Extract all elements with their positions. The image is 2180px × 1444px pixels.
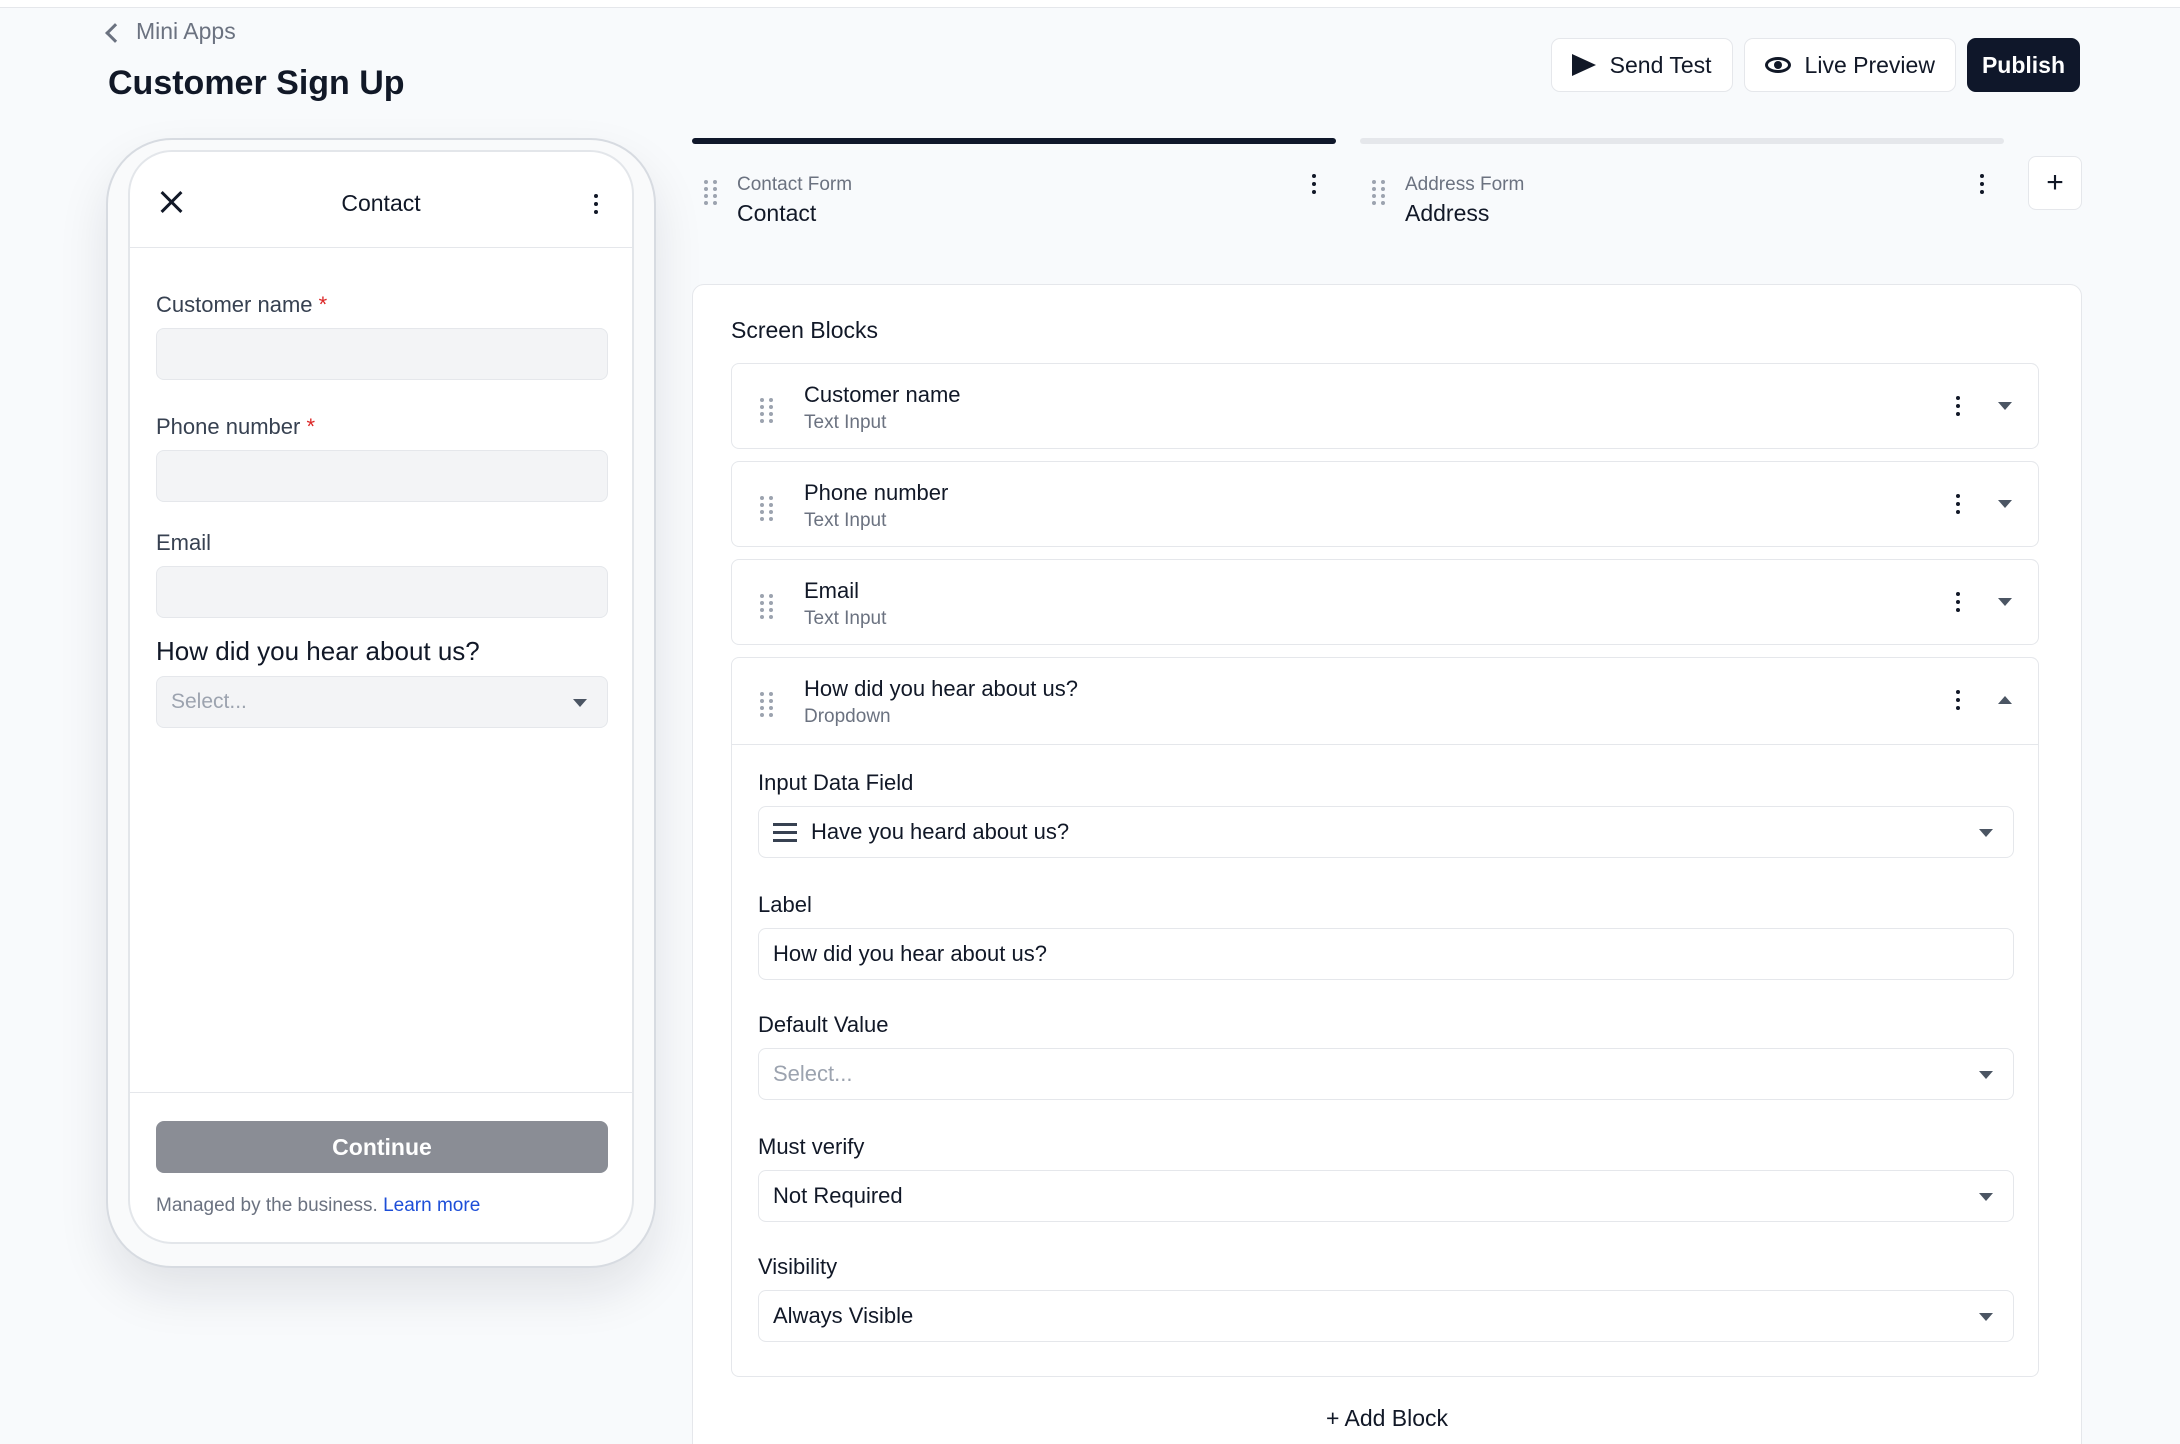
more-icon[interactable] <box>1980 174 1984 194</box>
breadcrumb[interactable]: Mini Apps <box>105 18 236 45</box>
chevron-down-icon[interactable] <box>1998 598 2012 606</box>
chevron-down-icon[interactable] <box>1998 402 2012 410</box>
eye-icon <box>1764 57 1791 73</box>
live-preview-button[interactable]: Live Preview <box>1743 38 1956 92</box>
screen-subtitle: Contact Form <box>737 174 853 195</box>
chevron-down-icon <box>1979 1193 1993 1201</box>
input-data-field-value: Have you heard about us? <box>811 819 1070 844</box>
add-screen-button[interactable]: + <box>2028 156 2082 210</box>
send-icon <box>1571 54 1596 76</box>
active-indicator <box>692 138 1336 144</box>
publish-button[interactable]: Publish <box>1966 38 2080 92</box>
more-icon[interactable] <box>1956 494 1960 514</box>
block-name: Email <box>804 578 860 603</box>
send-test-label: Send Test <box>1609 51 1712 78</box>
default-value-label: Default Value <box>758 1012 889 1037</box>
send-test-button[interactable]: Send Test <box>1550 38 1733 92</box>
page-title: Customer Sign Up <box>108 64 405 102</box>
drag-handle-icon[interactable] <box>1372 180 1385 205</box>
chevron-down-icon <box>1979 1071 1993 1079</box>
must-verify-value: Not Required <box>773 1183 903 1208</box>
screen-subtitle: Address Form <box>1405 174 1525 195</box>
chevron-down-icon <box>1979 829 1993 837</box>
screen-blocks-panel: Screen Blocks Customer name Text Input P… <box>692 284 2082 1444</box>
block-hear-about-us[interactable]: How did you hear about us? Dropdown Inpu… <box>731 657 2039 1377</box>
block-type: Dropdown <box>804 706 891 727</box>
drag-handle-icon[interactable] <box>760 594 773 619</box>
managed-note: Managed by the business. Learn more <box>156 1195 481 1216</box>
more-icon[interactable] <box>1956 690 1960 710</box>
inactive-indicator <box>1360 138 2004 144</box>
must-verify-label: Must verify <box>758 1134 865 1159</box>
add-block-button[interactable]: + Add Block <box>693 1405 2081 1432</box>
select-placeholder: Select... <box>171 690 247 713</box>
visibility-value: Always Visible <box>773 1303 914 1328</box>
required-marker: * <box>318 292 328 317</box>
block-name: How did you hear about us? <box>804 676 1078 701</box>
customer-name-input[interactable] <box>156 328 608 380</box>
chevron-down-icon <box>573 699 587 707</box>
learn-more-link[interactable]: Learn more <box>383 1195 480 1216</box>
continue-button[interactable]: Continue <box>156 1121 608 1173</box>
block-email[interactable]: Email Text Input <box>731 559 2039 645</box>
breadcrumb-label[interactable]: Mini Apps <box>136 18 236 45</box>
screen-tab-contact[interactable]: Contact Form Contact <box>692 138 1336 228</box>
email-label: Email <box>156 530 212 555</box>
more-icon[interactable] <box>1956 592 1960 612</box>
hear-about-us-select[interactable]: Select... <box>156 676 608 728</box>
live-preview-label: Live Preview <box>1804 51 1935 78</box>
list-icon <box>773 822 797 842</box>
more-icon[interactable] <box>1312 174 1316 194</box>
block-type: Text Input <box>804 412 887 433</box>
phone-number-label: Phone number * <box>156 414 316 439</box>
visibility-select[interactable]: Always Visible <box>758 1290 2014 1342</box>
drag-handle-icon[interactable] <box>760 398 773 423</box>
visibility-label: Visibility <box>758 1254 838 1279</box>
chevron-down-icon[interactable] <box>1998 500 2012 508</box>
panel-title: Screen Blocks <box>731 317 879 343</box>
screen-tab-address[interactable]: Address Form Address <box>1360 138 2004 228</box>
screen-name: Contact <box>737 200 817 226</box>
customer-name-label: Customer name * <box>156 292 328 317</box>
top-border <box>0 0 2180 8</box>
block-type: Text Input <box>804 608 887 629</box>
chevron-down-icon <box>1979 1313 1993 1321</box>
hear-about-us-label: How did you hear about us? <box>156 636 480 666</box>
more-icon[interactable] <box>594 194 598 214</box>
drag-handle-icon[interactable] <box>760 692 773 717</box>
input-data-field-label: Input Data Field <box>758 770 914 795</box>
divider <box>732 744 2038 745</box>
block-type: Text Input <box>804 510 887 531</box>
block-name: Phone number <box>804 480 949 505</box>
default-value-placeholder: Select... <box>773 1061 853 1086</box>
required-marker: * <box>306 414 316 439</box>
must-verify-select[interactable]: Not Required <box>758 1170 2014 1222</box>
phone-screen: Contact Customer name * Phone number * E… <box>128 150 634 1244</box>
preview-footer: Continue Managed by the business. Learn … <box>130 1092 632 1242</box>
more-icon[interactable] <box>1956 396 1960 416</box>
email-input[interactable] <box>156 566 608 618</box>
block-phone-number[interactable]: Phone number Text Input <box>731 461 2039 547</box>
default-value-select[interactable]: Select... <box>758 1048 2014 1100</box>
phone-number-input[interactable] <box>156 450 608 502</box>
label-field-label: Label <box>758 892 812 917</box>
preview-title: Contact <box>341 190 421 216</box>
block-name: Customer name <box>804 382 961 407</box>
label-input-value: How did you hear about us? <box>773 941 1047 966</box>
screen-name: Address <box>1405 200 1490 226</box>
input-data-field-select[interactable]: Have you heard about us? <box>758 806 2014 858</box>
label-input[interactable]: How did you hear about us? <box>758 928 2014 980</box>
drag-handle-icon[interactable] <box>704 180 717 205</box>
header-actions: Send Test Live Preview Publish <box>1550 38 2080 92</box>
chevron-left-icon <box>105 22 125 43</box>
preview-header: Contact <box>130 152 632 248</box>
drag-handle-icon[interactable] <box>760 496 773 521</box>
block-customer-name[interactable]: Customer name Text Input <box>731 363 2039 449</box>
chevron-up-icon[interactable] <box>1998 696 2012 704</box>
